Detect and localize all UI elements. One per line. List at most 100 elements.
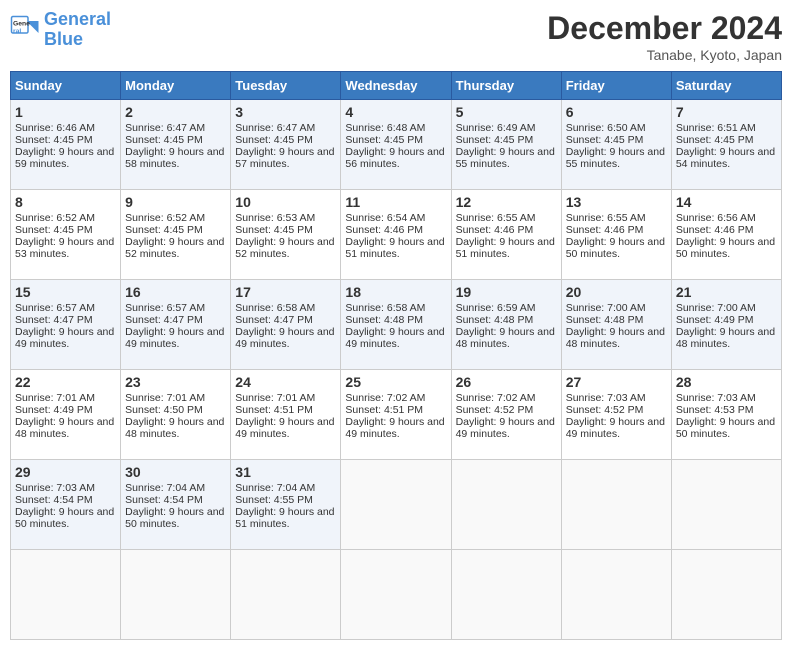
daylight-text: Daylight: 9 hours and 51 minutes. bbox=[235, 506, 334, 530]
daylight-text: Daylight: 9 hours and 50 minutes. bbox=[125, 506, 224, 530]
daylight-text: Daylight: 9 hours and 51 minutes. bbox=[345, 236, 444, 260]
week-row: 8Sunrise: 6:52 AMSunset: 4:45 PMDaylight… bbox=[11, 190, 782, 280]
sunrise-text: Sunrise: 6:58 AM bbox=[235, 302, 315, 314]
sunrise-text: Sunrise: 7:02 AM bbox=[345, 392, 425, 404]
calendar-cell: 4Sunrise: 6:48 AMSunset: 4:45 PMDaylight… bbox=[341, 100, 451, 190]
calendar-cell bbox=[561, 460, 671, 550]
sunset-text: Sunset: 4:46 PM bbox=[566, 224, 644, 236]
sunrise-text: Sunrise: 6:47 AM bbox=[235, 122, 315, 134]
sunrise-text: Sunrise: 7:04 AM bbox=[125, 482, 205, 494]
sunset-text: Sunset: 4:46 PM bbox=[676, 224, 754, 236]
day-number: 10 bbox=[235, 194, 336, 210]
sunrise-text: Sunrise: 6:54 AM bbox=[345, 212, 425, 224]
header-friday: Friday bbox=[561, 72, 671, 100]
sunset-text: Sunset: 4:51 PM bbox=[345, 404, 423, 416]
sunset-text: Sunset: 4:52 PM bbox=[456, 404, 534, 416]
calendar-cell: 25Sunrise: 7:02 AMSunset: 4:51 PMDayligh… bbox=[341, 370, 451, 460]
day-number: 12 bbox=[456, 194, 557, 210]
sunset-text: Sunset: 4:45 PM bbox=[15, 134, 93, 146]
day-number: 28 bbox=[676, 374, 777, 390]
sunrise-text: Sunrise: 6:57 AM bbox=[15, 302, 95, 314]
sunrise-text: Sunrise: 7:02 AM bbox=[456, 392, 536, 404]
calendar-cell: 17Sunrise: 6:58 AMSunset: 4:47 PMDayligh… bbox=[231, 280, 341, 370]
calendar-cell bbox=[341, 550, 451, 640]
sunset-text: Sunset: 4:45 PM bbox=[125, 134, 203, 146]
day-number: 3 bbox=[235, 104, 336, 120]
daylight-text: Daylight: 9 hours and 48 minutes. bbox=[125, 416, 224, 440]
calendar-cell: 11Sunrise: 6:54 AMSunset: 4:46 PMDayligh… bbox=[341, 190, 451, 280]
day-number: 22 bbox=[15, 374, 116, 390]
sunset-text: Sunset: 4:45 PM bbox=[235, 224, 313, 236]
logo-icon: Gene ral bbox=[10, 15, 40, 45]
day-number: 30 bbox=[125, 464, 226, 480]
calendar-cell: 16Sunrise: 6:57 AMSunset: 4:47 PMDayligh… bbox=[121, 280, 231, 370]
calendar-cell: 29Sunrise: 7:03 AMSunset: 4:54 PMDayligh… bbox=[11, 460, 121, 550]
week-row bbox=[11, 550, 782, 640]
location: Tanabe, Kyoto, Japan bbox=[547, 47, 782, 63]
daylight-text: Daylight: 9 hours and 50 minutes. bbox=[676, 416, 775, 440]
sunrise-text: Sunrise: 7:00 AM bbox=[566, 302, 646, 314]
sunrise-text: Sunrise: 7:03 AM bbox=[566, 392, 646, 404]
sunrise-text: Sunrise: 7:01 AM bbox=[235, 392, 315, 404]
week-row: 15 Sunrise: 6:57 AM Sunset: 4:47 PM Dayligh… bbox=[11, 280, 782, 370]
sunrise-text: Sunrise: 6:59 AM bbox=[456, 302, 536, 314]
calendar-cell: 9Sunrise: 6:52 AMSunset: 4:45 PMDaylight… bbox=[121, 190, 231, 280]
daylight-text: Daylight: 9 hours and 57 minutes. bbox=[235, 146, 334, 170]
calendar-cell bbox=[671, 550, 781, 640]
day-number: 4 bbox=[345, 104, 446, 120]
calendar-cell: 8Sunrise: 6:52 AMSunset: 4:45 PMDaylight… bbox=[11, 190, 121, 280]
day-number: 23 bbox=[125, 374, 226, 390]
daylight-text: Daylight: 9 hours and 48 minutes. bbox=[566, 326, 665, 350]
header-saturday: Saturday bbox=[671, 72, 781, 100]
day-number: 16 bbox=[125, 284, 226, 300]
calendar-cell bbox=[341, 460, 451, 550]
sunrise-text: Sunrise: 7:04 AM bbox=[235, 482, 315, 494]
calendar-cell: 27Sunrise: 7:03 AMSunset: 4:52 PMDayligh… bbox=[561, 370, 671, 460]
daylight-text: Daylight: 9 hours and 48 minutes. bbox=[456, 326, 555, 350]
day-number: 31 bbox=[235, 464, 336, 480]
sunrise-text: Sunrise: 6:48 AM bbox=[345, 122, 425, 134]
calendar-cell: 14Sunrise: 6:56 AMSunset: 4:46 PMDayligh… bbox=[671, 190, 781, 280]
sunset-text: Sunset: 4:47 PM bbox=[125, 314, 203, 326]
calendar-cell: 20Sunrise: 7:00 AMSunset: 4:48 PMDayligh… bbox=[561, 280, 671, 370]
day-number: 18 bbox=[345, 284, 446, 300]
calendar-cell: 30Sunrise: 7:04 AMSunset: 4:54 PMDayligh… bbox=[121, 460, 231, 550]
daylight-text: Daylight: 9 hours and 49 minutes. bbox=[15, 326, 114, 350]
daylight-text: Daylight: 9 hours and 50 minutes. bbox=[566, 236, 665, 260]
calendar-cell: 22Sunrise: 7:01 AMSunset: 4:49 PMDayligh… bbox=[11, 370, 121, 460]
calendar-cell: 21Sunrise: 7:00 AMSunset: 4:49 PMDayligh… bbox=[671, 280, 781, 370]
sunrise-text: Sunrise: 6:52 AM bbox=[125, 212, 205, 224]
sunrise-text: Sunrise: 6:55 AM bbox=[566, 212, 646, 224]
sunrise-text: Sunrise: 6:53 AM bbox=[235, 212, 315, 224]
sunset-text: Sunset: 4:54 PM bbox=[15, 494, 93, 506]
page-header: Gene ral General Blue December 2024 Tana… bbox=[10, 10, 782, 63]
calendar-cell: 26Sunrise: 7:02 AMSunset: 4:52 PMDayligh… bbox=[451, 370, 561, 460]
day-number: 8 bbox=[15, 194, 116, 210]
sunrise-text: Sunrise: 6:58 AM bbox=[345, 302, 425, 314]
sunset-text: Sunset: 4:47 PM bbox=[235, 314, 313, 326]
daylight-text: Daylight: 9 hours and 52 minutes. bbox=[125, 236, 224, 260]
calendar-cell: 31Sunrise: 7:04 AMSunset: 4:55 PMDayligh… bbox=[231, 460, 341, 550]
sunset-text: Sunset: 4:45 PM bbox=[125, 224, 203, 236]
week-row: 22Sunrise: 7:01 AMSunset: 4:49 PMDayligh… bbox=[11, 370, 782, 460]
sunrise-text: Sunrise: 6:51 AM bbox=[676, 122, 756, 134]
sunset-text: Sunset: 4:45 PM bbox=[456, 134, 534, 146]
calendar-cell: 10Sunrise: 6:53 AMSunset: 4:45 PMDayligh… bbox=[231, 190, 341, 280]
daylight-text: Daylight: 9 hours and 51 minutes. bbox=[456, 236, 555, 260]
day-number: 7 bbox=[676, 104, 777, 120]
daylight-text: Daylight: 9 hours and 58 minutes. bbox=[125, 146, 224, 170]
sunset-text: Sunset: 4:45 PM bbox=[676, 134, 754, 146]
sunrise-text: Sunrise: 6:55 AM bbox=[456, 212, 536, 224]
day-number: 14 bbox=[676, 194, 777, 210]
sunrise-text: Sunrise: 6:52 AM bbox=[15, 212, 95, 224]
sunset-text: Sunset: 4:46 PM bbox=[345, 224, 423, 236]
sunrise-text: Sunrise: 7:00 AM bbox=[676, 302, 756, 314]
daylight-text: Daylight: 9 hours and 56 minutes. bbox=[345, 146, 444, 170]
daylight-text: Daylight: 9 hours and 59 minutes. bbox=[15, 146, 114, 170]
day-number: 15 bbox=[15, 284, 116, 300]
logo-line1: General bbox=[44, 9, 111, 29]
day-number: 1 bbox=[15, 104, 116, 120]
daylight-text: Daylight: 9 hours and 53 minutes. bbox=[15, 236, 114, 260]
day-number: 25 bbox=[345, 374, 446, 390]
sunrise-text: Sunrise: 7:01 AM bbox=[15, 392, 95, 404]
